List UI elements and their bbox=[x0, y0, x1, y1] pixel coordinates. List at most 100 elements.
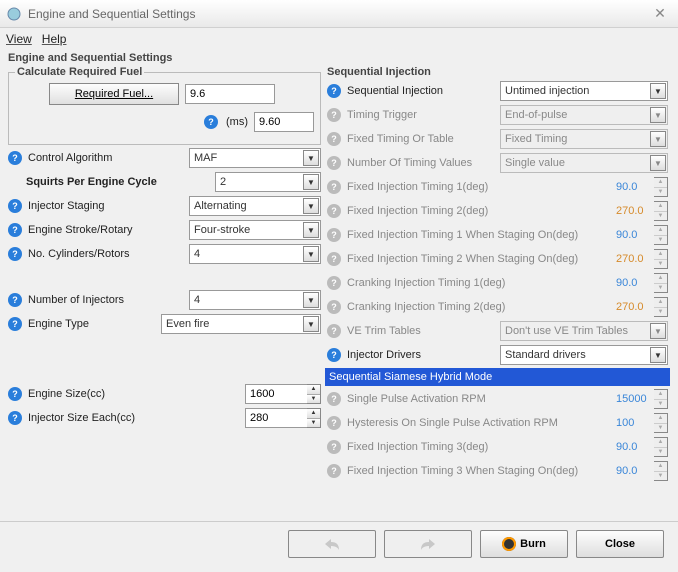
seq-legend: Sequential Injection bbox=[327, 66, 431, 78]
control-algorithm-label: Control Algorithm bbox=[28, 152, 185, 164]
undo-icon bbox=[323, 537, 341, 551]
hysteresis-value: 100 bbox=[616, 417, 650, 429]
info-icon: ? bbox=[327, 204, 341, 218]
control-algorithm-value: MAF bbox=[194, 152, 217, 164]
info-icon[interactable]: ? bbox=[8, 199, 22, 213]
info-icon: ? bbox=[327, 108, 341, 122]
chevron-down-icon: ▼ bbox=[303, 222, 319, 238]
chevron-down-icon: ▼ bbox=[650, 347, 666, 363]
step-down-icon: ▼ bbox=[654, 308, 667, 317]
injector-size-label: Injector Size Each(cc) bbox=[28, 412, 241, 424]
step-down-icon[interactable]: ▼ bbox=[307, 419, 320, 428]
inj-drivers-value: Standard drivers bbox=[505, 349, 586, 361]
injector-size-stepper[interactable]: ▲▼ bbox=[245, 408, 321, 428]
ve-trim-select: Don't use VE Trim Tables ▼ bbox=[500, 321, 668, 341]
fit1-value: 90.0 bbox=[616, 181, 650, 193]
info-icon[interactable]: ? bbox=[8, 293, 22, 307]
info-icon: ? bbox=[327, 300, 341, 314]
num-injectors-select[interactable]: 4 ▼ bbox=[189, 290, 321, 310]
info-icon[interactable]: ? bbox=[8, 151, 22, 165]
fit1s-label: Fixed Injection Timing 1 When Staging On… bbox=[347, 229, 612, 241]
fixed-or-table-select: Fixed Timing ▼ bbox=[500, 129, 668, 149]
app-icon bbox=[6, 6, 22, 22]
num-timing-value: Single value bbox=[505, 157, 565, 169]
inj-drivers-select[interactable]: Standard drivers ▼ bbox=[500, 345, 668, 365]
cylinders-label: No. Cylinders/Rotors bbox=[28, 248, 185, 260]
control-algorithm-select[interactable]: MAF ▼ bbox=[189, 148, 321, 168]
cylinders-select[interactable]: 4 ▼ bbox=[189, 244, 321, 264]
redo-button[interactable] bbox=[384, 530, 472, 558]
info-icon[interactable]: ? bbox=[327, 84, 341, 98]
step-down-icon: ▼ bbox=[654, 212, 667, 221]
step-up-icon[interactable]: ▲ bbox=[307, 409, 320, 419]
chevron-down-icon: ▼ bbox=[650, 323, 666, 339]
injector-staging-select[interactable]: Alternating ▼ bbox=[189, 196, 321, 216]
crank2-value: 270.0 bbox=[616, 301, 650, 313]
info-icon[interactable]: ? bbox=[8, 387, 22, 401]
seq-injection-value: Untimed injection bbox=[505, 85, 589, 97]
burn-label: Burn bbox=[520, 538, 546, 550]
info-icon[interactable]: ? bbox=[327, 348, 341, 362]
seq-injection-label: Sequential Injection bbox=[347, 85, 496, 97]
info-icon[interactable]: ? bbox=[8, 411, 22, 425]
injector-staging-label: Injector Staging bbox=[28, 200, 185, 212]
injector-staging-value: Alternating bbox=[194, 200, 247, 212]
engine-stroke-value: Four-stroke bbox=[194, 224, 250, 236]
close-icon[interactable]: ✕ bbox=[648, 4, 672, 24]
step-down-icon: ▼ bbox=[654, 260, 667, 269]
chevron-down-icon: ▼ bbox=[650, 131, 666, 147]
fit3s-value: 90.0 bbox=[616, 465, 650, 477]
squirts-label: Squirts Per Engine Cycle bbox=[26, 176, 211, 188]
required-fuel-value[interactable] bbox=[185, 84, 275, 104]
required-fuel-ms[interactable] bbox=[254, 112, 314, 132]
redo-icon bbox=[419, 537, 437, 551]
info-icon[interactable]: ? bbox=[204, 115, 218, 129]
info-icon[interactable]: ? bbox=[8, 223, 22, 237]
info-icon: ? bbox=[327, 180, 341, 194]
num-injectors-label: Number of Injectors bbox=[28, 294, 185, 306]
calc-legend: Calculate Required Fuel bbox=[15, 66, 144, 78]
required-fuel-button[interactable]: Required Fuel... bbox=[49, 83, 179, 105]
close-button[interactable]: Close bbox=[576, 530, 664, 558]
step-up-icon: ▲ bbox=[654, 178, 667, 188]
undo-button[interactable] bbox=[288, 530, 376, 558]
chevron-down-icon: ▼ bbox=[650, 107, 666, 123]
crank2-label: Cranking Injection Timing 2(deg) bbox=[347, 301, 612, 313]
squirts-value: 2 bbox=[220, 176, 226, 188]
burn-button[interactable]: Burn bbox=[480, 530, 568, 558]
menu-help[interactable]: Help bbox=[42, 32, 67, 46]
info-icon: ? bbox=[327, 252, 341, 266]
seq-injection-select[interactable]: Untimed injection ▼ bbox=[500, 81, 668, 101]
titlebar: Engine and Sequential Settings ✕ bbox=[0, 0, 678, 28]
step-up-icon: ▲ bbox=[654, 390, 667, 400]
step-up-icon[interactable]: ▲ bbox=[307, 385, 320, 395]
num-timing-select: Single value ▼ bbox=[500, 153, 668, 173]
calc-fuel-group: Calculate Required Fuel Required Fuel...… bbox=[8, 66, 321, 145]
fit1s-value: 90.0 bbox=[616, 229, 650, 241]
engine-type-label: Engine Type bbox=[28, 318, 157, 330]
step-down-icon[interactable]: ▼ bbox=[307, 395, 320, 404]
engine-size-label: Engine Size(cc) bbox=[28, 388, 241, 400]
timing-trigger-select: End-of-pulse ▼ bbox=[500, 105, 668, 125]
section-heading: Engine and Sequential Settings bbox=[0, 50, 678, 66]
timing-trigger-value: End-of-pulse bbox=[505, 109, 567, 121]
num-timing-label: Number Of Timing Values bbox=[347, 157, 496, 169]
engine-stroke-select[interactable]: Four-stroke ▼ bbox=[189, 220, 321, 240]
info-icon: ? bbox=[327, 156, 341, 170]
ve-trim-value: Don't use VE Trim Tables bbox=[505, 325, 628, 337]
info-icon[interactable]: ? bbox=[8, 247, 22, 261]
menu-view[interactable]: View bbox=[6, 32, 32, 46]
engine-size-input[interactable] bbox=[245, 384, 307, 404]
close-label: Close bbox=[605, 538, 635, 550]
fixed-or-table-label: Fixed Timing Or Table bbox=[347, 133, 496, 145]
left-column: Calculate Required Fuel Required Fuel...… bbox=[8, 66, 321, 488]
crank1-value: 90.0 bbox=[616, 277, 650, 289]
squirts-select[interactable]: 2 ▼ bbox=[215, 172, 321, 192]
engine-size-stepper[interactable]: ▲▼ bbox=[245, 384, 321, 404]
info-icon[interactable]: ? bbox=[8, 317, 22, 331]
engine-type-select[interactable]: Even fire ▼ bbox=[161, 314, 321, 334]
step-up-icon: ▲ bbox=[654, 274, 667, 284]
info-icon: ? bbox=[327, 228, 341, 242]
step-up-icon: ▲ bbox=[654, 202, 667, 212]
injector-size-input[interactable] bbox=[245, 408, 307, 428]
